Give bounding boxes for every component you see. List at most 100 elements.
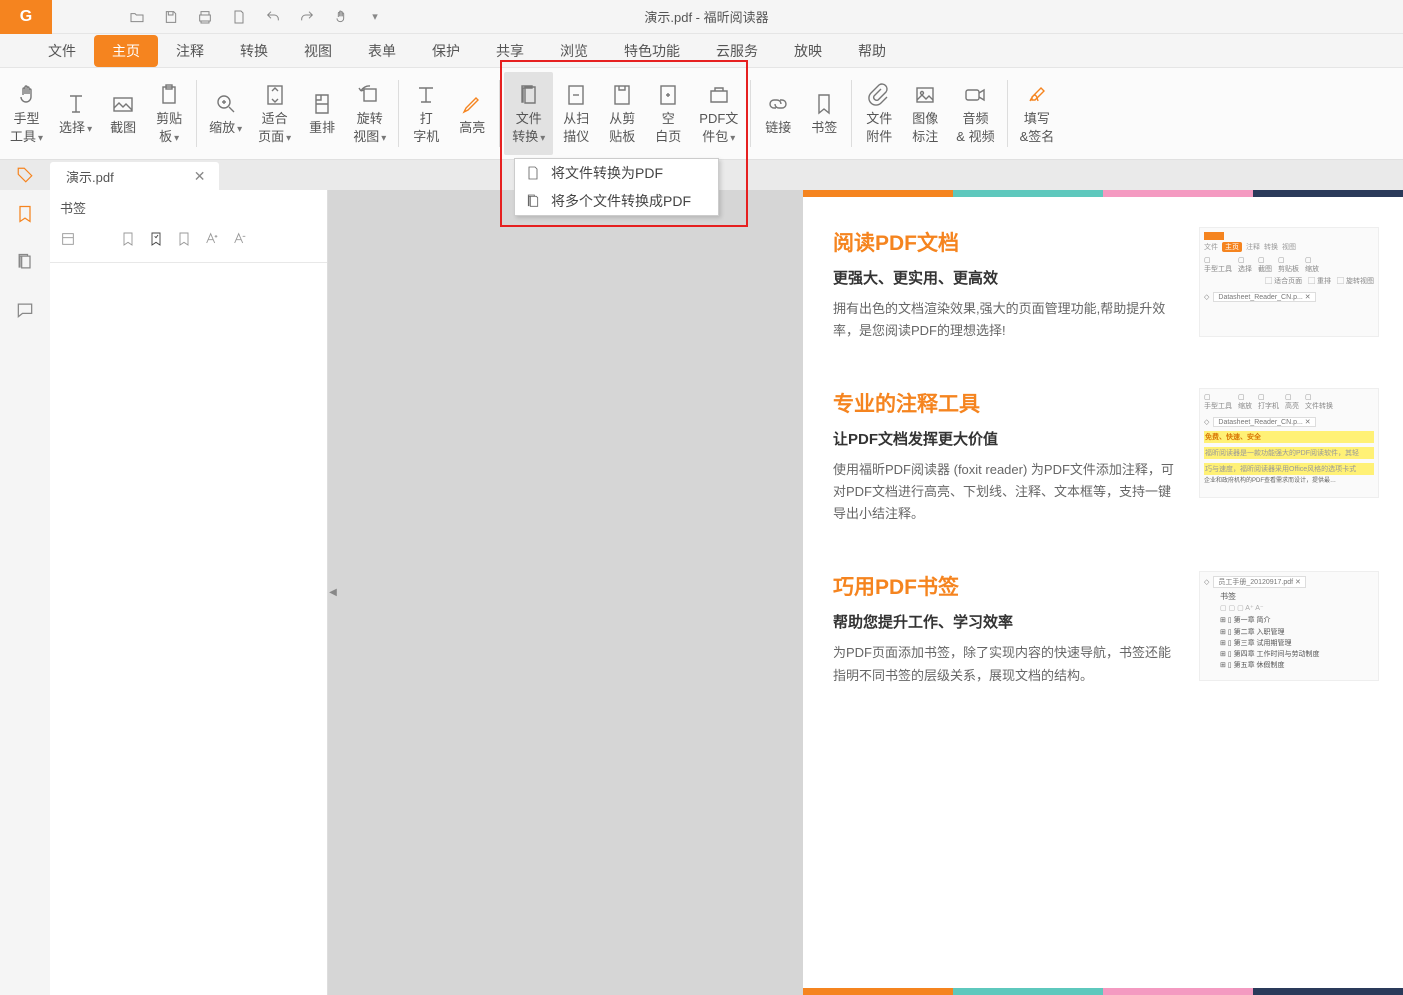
font-decrease-icon[interactable] (232, 231, 248, 252)
qat-more-icon[interactable]: ▾ (360, 3, 390, 31)
pdf-page: 阅读PDF文档更强大、更实用、更高效拥有出色的文档渲染效果,强大的页面管理功能,… (803, 190, 1403, 995)
app-logo[interactable]: G (0, 0, 52, 34)
convert-file-to-pdf[interactable]: 将文件转换为PDF (515, 159, 718, 187)
menu-share[interactable]: 共享 (478, 35, 542, 67)
tag-icon[interactable] (0, 160, 50, 190)
ribbon-fitpage-button[interactable]: 适合页面▾ (250, 72, 299, 155)
section-heading: 巧用PDF书签 (833, 571, 1181, 601)
document-tab[interactable]: 演示.pdf ✕ (50, 162, 219, 190)
bookmark-tool-3-icon[interactable] (176, 231, 192, 252)
ribbon-sign-button[interactable]: 填写&签名 (1012, 72, 1063, 155)
menu-protect[interactable]: 保护 (414, 35, 478, 67)
print-icon[interactable] (190, 3, 220, 31)
ribbon-label: 旋转 (357, 110, 383, 128)
open-folder-icon[interactable] (122, 3, 152, 31)
highlight-icon (459, 91, 485, 117)
ribbon-attach-button[interactable]: 文件附件 (856, 72, 902, 155)
menu-view[interactable]: 视图 (286, 35, 350, 67)
ribbon-label: 字机 (413, 128, 439, 146)
menu-comment[interactable]: 注释 (158, 35, 222, 67)
panel-collapse-handle[interactable]: ◀ (328, 573, 338, 613)
page-icon[interactable] (224, 3, 254, 31)
ribbon-scanner-button[interactable]: 从扫描仪 (553, 72, 599, 155)
bookmark-tool-2-icon[interactable] (148, 231, 164, 252)
bookmark-panel-icon[interactable] (13, 202, 37, 226)
menu-cloud[interactable]: 云服务 (698, 35, 776, 67)
bookmark-panel: 书签 (50, 190, 328, 995)
ribbon-hand-button[interactable]: 手型工具▾ (2, 72, 51, 155)
hand-icon[interactable] (326, 3, 356, 31)
ribbon-label: 从扫 (563, 110, 589, 128)
ribbon-label: 板▾ (159, 128, 179, 146)
attach-icon (866, 82, 892, 108)
ribbon-portfolio-button[interactable]: PDF文件包▾ (691, 72, 746, 155)
ribbon-bookmark-button[interactable]: 书签 (801, 72, 847, 155)
menu-browse[interactable]: 浏览 (542, 35, 606, 67)
ribbon-label: PDF文 (699, 110, 738, 128)
ribbon-filedoc-button[interactable]: 文件转换▾ (504, 72, 553, 155)
zoom-icon (213, 91, 239, 117)
ribbon-label: 缩放▾ (209, 119, 242, 137)
ribbon-label: & 视频 (956, 128, 994, 146)
section-subheading: 帮助您提升工作、学习效率 (833, 611, 1181, 632)
reflow-icon (309, 91, 335, 117)
bookmark-toolbar (50, 225, 327, 263)
menu-home[interactable]: 主页 (94, 35, 158, 67)
link-icon (765, 91, 791, 117)
undo-icon[interactable] (258, 3, 288, 31)
bookmark-layout-icon[interactable] (60, 231, 76, 252)
section-heading: 专业的注释工具 (833, 388, 1181, 418)
ribbon-image-button[interactable]: 图像标注 (902, 72, 948, 155)
ribbon-textselect-button[interactable]: 选择▾ (51, 72, 100, 155)
ribbon-typewriter-button[interactable]: 打字机 (403, 72, 449, 155)
font-increase-icon[interactable] (204, 231, 220, 252)
menu-bar: 文件 主页 注释 转换 视图 表单 保护 共享 浏览 特色功能 云服务 放映 帮… (0, 34, 1403, 68)
page-section: 巧用PDF书签帮助您提升工作、学习效率为PDF页面添加书签，除了实现内容的快速导… (833, 571, 1379, 686)
menu-feature[interactable]: 特色功能 (606, 35, 698, 67)
ribbon-fromclip-button[interactable]: 从剪贴板 (599, 72, 645, 155)
ribbon-label: 剪贴 (156, 110, 182, 128)
section-subheading: 更强大、更实用、更高效 (833, 267, 1181, 288)
close-tab-icon[interactable]: ✕ (194, 168, 206, 185)
menu-convert[interactable]: 转换 (222, 35, 286, 67)
ribbon-label: 附件 (866, 128, 892, 146)
ribbon-zoom-button[interactable]: 缩放▾ (201, 72, 250, 155)
ribbon-clipboard-button[interactable]: 剪贴板▾ (146, 72, 192, 155)
ribbon-label: 链接 (765, 119, 791, 137)
ribbon-label: 文件 (516, 110, 542, 128)
quick-access-toolbar: ▾ (102, 3, 410, 31)
menu-form[interactable]: 表单 (350, 35, 414, 67)
ribbon-label: 高亮 (459, 119, 485, 137)
ribbon-blank-button[interactable]: 空白页 (645, 72, 691, 155)
typewriter-icon (413, 82, 439, 108)
section-body: 拥有出色的文档渲染效果,强大的页面管理功能,帮助提升效率，是您阅读PDF的理想选… (833, 298, 1181, 342)
redo-icon[interactable] (292, 3, 322, 31)
ribbon-label: 空 (662, 110, 675, 128)
save-icon[interactable] (156, 3, 186, 31)
ribbon-label: 书签 (811, 119, 837, 137)
page-section: 阅读PDF文档更强大、更实用、更高效拥有出色的文档渲染效果,强大的页面管理功能,… (833, 227, 1379, 342)
document-viewport[interactable]: ◀ 阅读PDF文档更强大、更实用、更高效拥有出色的文档渲染效果,强大的页面管理功… (328, 190, 1403, 995)
ribbon-link-button[interactable]: 链接 (755, 72, 801, 155)
video-icon (962, 82, 988, 108)
section-subheading: 让PDF文档发挥更大价值 (833, 428, 1181, 449)
ribbon-reflow-button[interactable]: 重排 (299, 72, 345, 155)
pages-panel-icon[interactable] (13, 250, 37, 274)
ribbon-highlight-button[interactable]: 高亮 (449, 72, 495, 155)
ribbon-label: 截图 (110, 119, 136, 137)
menu-play[interactable]: 放映 (776, 35, 840, 67)
menu-file[interactable]: 文件 (30, 35, 94, 67)
textselect-icon (63, 91, 89, 117)
convert-multiple-to-pdf[interactable]: 将多个文件转换成PDF (515, 187, 718, 215)
page-color-strip-bottom (803, 988, 1403, 995)
bookmark-tool-1-icon[interactable] (120, 231, 136, 252)
ribbon: 手型工具▾选择▾截图剪贴板▾缩放▾适合页面▾重排旋转视图▾打字机高亮文件转换▾从… (0, 68, 1403, 160)
ribbon-video-button[interactable]: 音频& 视频 (948, 72, 1002, 155)
ribbon-rotate-button[interactable]: 旋转视图▾ (345, 72, 394, 155)
ribbon-label: 件包▾ (702, 128, 735, 146)
ribbon-snapshot-button[interactable]: 截图 (100, 72, 146, 155)
comments-panel-icon[interactable] (13, 298, 37, 322)
ribbon-label: 从剪 (609, 110, 635, 128)
title-bar: G ▾ 演示.pdf - 福昕阅读器 (0, 0, 1403, 34)
menu-help[interactable]: 帮助 (840, 35, 904, 67)
